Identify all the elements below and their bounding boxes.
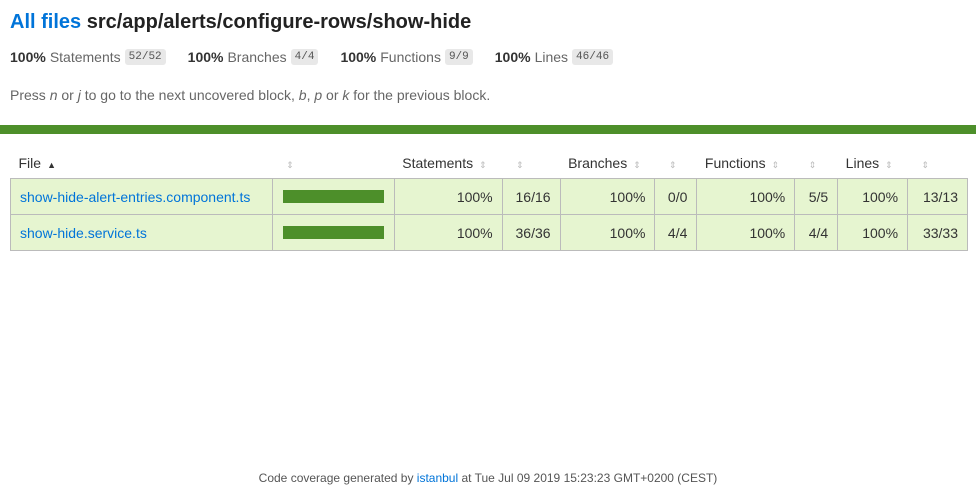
sortable-icon: ⇕ xyxy=(516,160,524,170)
lines-raw-cell: 33/33 xyxy=(907,214,968,251)
coverage-summary: 100% Statements 52/52 100% Branches 4/4 … xyxy=(10,47,966,67)
hint-text: for the previous block. xyxy=(349,87,491,103)
lines-pct-cell: 100% xyxy=(837,214,909,251)
header-functions-raw[interactable]: ⇕ xyxy=(795,148,838,179)
header-file[interactable]: File ▲ xyxy=(11,148,273,179)
summary-branches: 100% Branches 4/4 xyxy=(188,49,319,65)
coverage-bar xyxy=(282,226,384,239)
hint-key: p xyxy=(314,87,323,103)
file-link[interactable]: show-hide.service.ts xyxy=(20,225,147,241)
header-branches[interactable]: Branches ⇕ xyxy=(560,148,655,179)
coverage-bar xyxy=(282,190,384,203)
coverage-table-wrapper: File ▲ ⇕ Statements ⇕ ⇕ Branches ⇕ ⇕ Functi… xyxy=(10,148,968,251)
header-branches-raw[interactable]: ⇕ xyxy=(655,148,697,179)
branches-pct-cell: 100% xyxy=(559,214,656,251)
hint-text: or xyxy=(322,87,343,103)
coverage-status-line xyxy=(0,125,976,134)
table-row: show-hide.service.ts 100% 36/36 100% 4/4… xyxy=(10,214,968,251)
current-path: src/app/alerts/configure-rows/show-hide xyxy=(86,11,472,33)
sortable-icon: ⇕ xyxy=(808,160,817,170)
header-branches-label: Branches xyxy=(568,155,628,171)
summary-lines-fraction: 46/46 xyxy=(572,49,614,65)
coverage-bar-cell xyxy=(271,178,395,215)
header-functions[interactable]: Functions ⇕ xyxy=(697,148,795,179)
statements-pct-cell: 100% xyxy=(393,178,503,215)
sortable-icon: ⇕ xyxy=(885,160,893,170)
functions-pct-cell: 100% xyxy=(696,214,796,251)
sort-ascending-icon: ▲ xyxy=(47,160,56,170)
file-link[interactable]: show-hide-alert-entries.component.ts xyxy=(20,189,250,205)
header-file-bar[interactable]: ⇕ xyxy=(272,148,394,179)
summary-functions: 100% Functions 9/9 xyxy=(340,49,473,65)
sortable-icon: ⇕ xyxy=(771,160,780,170)
functions-raw-cell: 4/4 xyxy=(794,214,839,251)
coverage-table: File ▲ ⇕ Statements ⇕ ⇕ Branches ⇕ ⇕ Functi… xyxy=(10,148,968,251)
hint-text: to go to the next uncovered block, xyxy=(80,87,299,103)
summary-functions-label: Functions xyxy=(380,49,441,65)
footer: Code coverage generated by istanbul at T… xyxy=(0,471,976,485)
header-file-label: File xyxy=(18,155,42,171)
summary-branches-fraction: 4/4 xyxy=(290,49,319,65)
summary-lines-pct: 100% xyxy=(494,49,531,65)
summary-branches-pct: 100% xyxy=(187,49,224,65)
branches-raw-cell: 0/0 xyxy=(654,178,698,215)
keyboard-hint: Press n or j to go to the next uncovered… xyxy=(10,87,966,103)
istanbul-link[interactable]: istanbul xyxy=(417,471,458,485)
statements-raw-cell: 16/16 xyxy=(501,178,561,215)
footer-prefix: Code coverage generated by xyxy=(258,471,417,485)
summary-functions-pct: 100% xyxy=(340,49,377,65)
coverage-bar-cell xyxy=(271,214,395,251)
statements-raw-cell: 36/36 xyxy=(501,214,561,251)
summary-branches-label: Branches xyxy=(227,49,287,65)
table-row: show-hide-alert-entries.component.ts 100… xyxy=(10,178,968,215)
page-title: All files src/app/alerts/configure-rows/… xyxy=(10,10,966,34)
sortable-icon: ⇕ xyxy=(921,160,930,170)
page-header: All files src/app/alerts/configure-rows/… xyxy=(0,0,976,103)
summary-functions-fraction: 9/9 xyxy=(444,49,473,65)
sortable-icon: ⇕ xyxy=(286,160,294,170)
file-cell: show-hide-alert-entries.component.ts xyxy=(10,178,273,215)
header-lines-label: Lines xyxy=(845,155,880,171)
summary-statements-fraction: 52/52 xyxy=(124,49,166,65)
branches-pct-cell: 100% xyxy=(559,178,656,215)
branches-raw-cell: 4/4 xyxy=(654,214,698,251)
hint-text: or xyxy=(57,87,78,103)
footer-timestamp: at Tue Jul 09 2019 15:23:23 GMT+0200 (CE… xyxy=(458,471,718,485)
sortable-icon: ⇕ xyxy=(633,160,641,170)
header-lines-raw[interactable]: ⇕ xyxy=(908,148,968,179)
summary-lines: 100% Lines 46/46 xyxy=(494,49,614,65)
sortable-icon: ⇕ xyxy=(668,160,677,170)
summary-lines-label: Lines xyxy=(534,49,569,65)
functions-raw-cell: 5/5 xyxy=(794,178,839,215)
summary-statements: 100% Statements 52/52 xyxy=(10,49,166,65)
sortable-icon: ⇕ xyxy=(479,160,487,170)
header-statements-raw[interactable]: ⇕ xyxy=(502,148,560,179)
summary-statements-label: Statements xyxy=(49,49,121,65)
lines-pct-cell: 100% xyxy=(837,178,909,215)
hint-key: b xyxy=(298,87,307,103)
file-cell: show-hide.service.ts xyxy=(10,214,273,251)
statements-pct-cell: 100% xyxy=(393,214,503,251)
summary-statements-pct: 100% xyxy=(10,49,46,65)
header-statements-label: Statements xyxy=(402,155,474,171)
lines-raw-cell: 13/13 xyxy=(907,178,968,215)
header-statements[interactable]: Statements ⇕ xyxy=(394,148,502,179)
table-header-row: File ▲ ⇕ Statements ⇕ ⇕ Branches ⇕ ⇕ Functi… xyxy=(11,148,968,179)
header-lines[interactable]: Lines ⇕ xyxy=(838,148,908,179)
functions-pct-cell: 100% xyxy=(696,178,796,215)
all-files-link[interactable]: All files xyxy=(10,11,81,33)
header-functions-label: Functions xyxy=(704,155,766,171)
hint-text: Press xyxy=(10,87,50,103)
